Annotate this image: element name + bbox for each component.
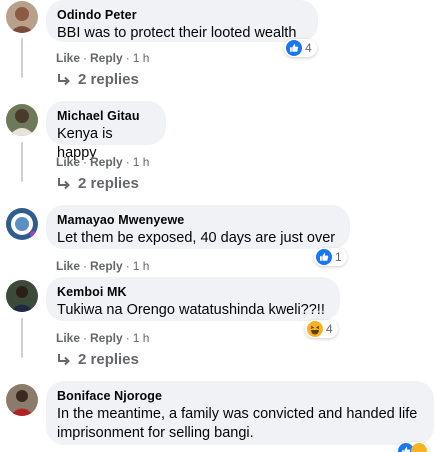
comment-actions: Like · Reply · 1 h <box>56 331 150 345</box>
avatar[interactable] <box>6 280 38 312</box>
comment-author[interactable]: Michael Gitau <box>57 108 154 124</box>
replies-count: 2 replies <box>78 71 139 88</box>
reaction-count: 1 <box>335 250 342 264</box>
comment-bubble: Kemboi MK Tukiwa na Orengo watatushinda … <box>46 277 340 321</box>
replies-count: 2 replies <box>78 175 139 192</box>
haha-icon <box>411 443 427 452</box>
like-button[interactable]: Like <box>56 155 80 169</box>
comment-bubble: Boniface Njoroge In the meantime, a fami… <box>46 381 434 445</box>
comment-author[interactable]: Odindo Peter <box>57 7 306 23</box>
replies-count: 2 replies <box>78 351 139 368</box>
reply-button[interactable]: Reply <box>90 259 123 273</box>
avatar[interactable] <box>6 384 38 416</box>
reply-button[interactable]: Reply <box>90 155 123 169</box>
like-button[interactable]: Like <box>56 259 80 273</box>
reply-button[interactable]: Reply <box>90 51 123 65</box>
reaction-summary[interactable] <box>396 442 429 452</box>
like-icon <box>286 40 302 56</box>
haha-icon <box>307 321 323 337</box>
comment-bubble: Odindo Peter BBI was to protect their lo… <box>46 0 318 42</box>
reaction-summary[interactable]: 4 <box>305 320 338 338</box>
comment-time[interactable]: 1 h <box>133 51 150 65</box>
comment-actions: Like · Reply · 1 h <box>56 259 150 273</box>
comment-bubble: Mamayao Mwenyewe Let them be exposed, 40… <box>46 205 350 249</box>
reaction-count: 4 <box>326 322 333 336</box>
comment-actions: Like · Reply · 1 h <box>56 155 150 169</box>
like-button[interactable]: Like <box>56 51 80 65</box>
thread-line <box>21 38 23 78</box>
comment-text: Tukiwa na Orengo watatushinda kweli??!! <box>57 302 325 318</box>
view-replies-button[interactable]: 2 replies <box>56 175 139 192</box>
comment-author[interactable]: Kemboi MK <box>57 284 328 300</box>
comment-time[interactable]: 1 h <box>133 331 150 345</box>
avatar[interactable] <box>6 208 38 240</box>
comment-time[interactable]: 1 h <box>133 155 150 169</box>
reaction-summary[interactable]: 4 <box>284 39 317 57</box>
like-button[interactable]: Like <box>56 331 80 345</box>
thread-line <box>21 142 23 182</box>
view-replies-button[interactable]: 2 replies <box>56 71 139 88</box>
comment-text: In the meantime, a family was convicted … <box>57 406 418 441</box>
comment-time[interactable]: 1 h <box>133 259 150 273</box>
reaction-summary[interactable]: 1 <box>314 248 347 266</box>
comment-text: BBI was to protect their looted wealth <box>57 25 297 41</box>
thread-line <box>21 318 23 358</box>
like-icon <box>316 249 332 265</box>
comment-text: Let them be exposed, 40 days are just ov… <box>57 230 336 246</box>
avatar[interactable] <box>6 1 38 33</box>
comment-author[interactable]: Boniface Njoroge <box>57 388 422 404</box>
view-replies-button[interactable]: 2 replies <box>56 351 139 368</box>
reply-button[interactable]: Reply <box>90 331 123 345</box>
reply-arrow-icon <box>58 177 70 189</box>
avatar[interactable] <box>6 104 38 136</box>
comment-bubble: Michael Gitau Kenya is happy <box>46 101 166 161</box>
reply-arrow-icon <box>58 73 70 85</box>
comment-actions: Like · Reply · 1 h <box>56 51 150 65</box>
reaction-count: 4 <box>305 41 312 55</box>
comment-author[interactable]: Mamayao Mwenyewe <box>57 212 338 228</box>
reply-arrow-icon <box>58 353 70 365</box>
